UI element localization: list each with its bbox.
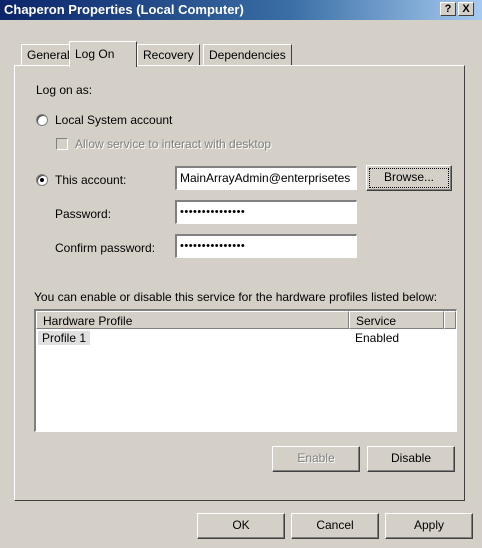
tab-recovery[interactable]: Recovery <box>137 44 200 65</box>
ok-button[interactable]: OK <box>197 513 285 539</box>
tab-dependencies[interactable]: Dependencies <box>203 44 292 65</box>
window-title: Chaperon Properties (Local Computer) <box>4 2 244 17</box>
radio-selected-dot <box>40 178 44 182</box>
this-account-label[interactable]: This account: <box>55 173 126 187</box>
account-input[interactable]: MainArrayAdmin@enterprisetes <box>175 166 357 190</box>
table-row[interactable]: Profile 1 Enabled <box>36 330 454 348</box>
tab-log-on[interactable]: Log On <box>69 41 137 67</box>
local-system-label[interactable]: Local System account <box>55 113 172 127</box>
interact-desktop-checkbox[interactable] <box>56 138 68 150</box>
cancel-button[interactable]: Cancel <box>291 513 379 539</box>
tab-general[interactable]: General <box>21 44 76 65</box>
apply-button[interactable]: Apply <box>385 513 473 539</box>
disable-button[interactable]: Disable <box>367 446 455 472</box>
close-button[interactable]: X <box>458 2 474 16</box>
interact-desktop-label: Allow service to interact with desktop <box>75 137 272 151</box>
row-service-cell: Enabled <box>355 331 400 345</box>
profiles-description: You can enable or disable this service f… <box>34 290 438 304</box>
row-profile-cell: Profile 1 <box>38 331 91 345</box>
confirm-password-input[interactable]: ••••••••••••••• <box>175 234 357 258</box>
hardware-profile-list[interactable]: Hardware Profile Service Profile 1 Enabl… <box>34 309 457 432</box>
local-system-radio[interactable] <box>36 114 48 126</box>
password-input[interactable]: ••••••••••••••• <box>175 200 357 224</box>
help-button[interactable]: ? <box>440 2 456 16</box>
password-label: Password: <box>55 207 112 221</box>
browse-button[interactable]: Browse... <box>366 165 452 191</box>
column-header-filler <box>444 311 456 329</box>
column-header-service[interactable]: Service <box>349 311 444 329</box>
this-account-radio[interactable] <box>36 174 48 186</box>
title-bar[interactable]: Chaperon Properties (Local Computer) <box>0 0 482 20</box>
enable-button[interactable]: Enable <box>272 446 360 472</box>
confirm-password-label: Confirm password: <box>55 241 156 255</box>
enable-button-label: Enable <box>297 451 335 465</box>
tab-panel <box>14 65 465 501</box>
tab-log-on-label: Log On <box>75 47 115 61</box>
column-header-hardware-profile[interactable]: Hardware Profile <box>36 311 349 329</box>
log-on-as-label: Log on as: <box>36 83 93 97</box>
